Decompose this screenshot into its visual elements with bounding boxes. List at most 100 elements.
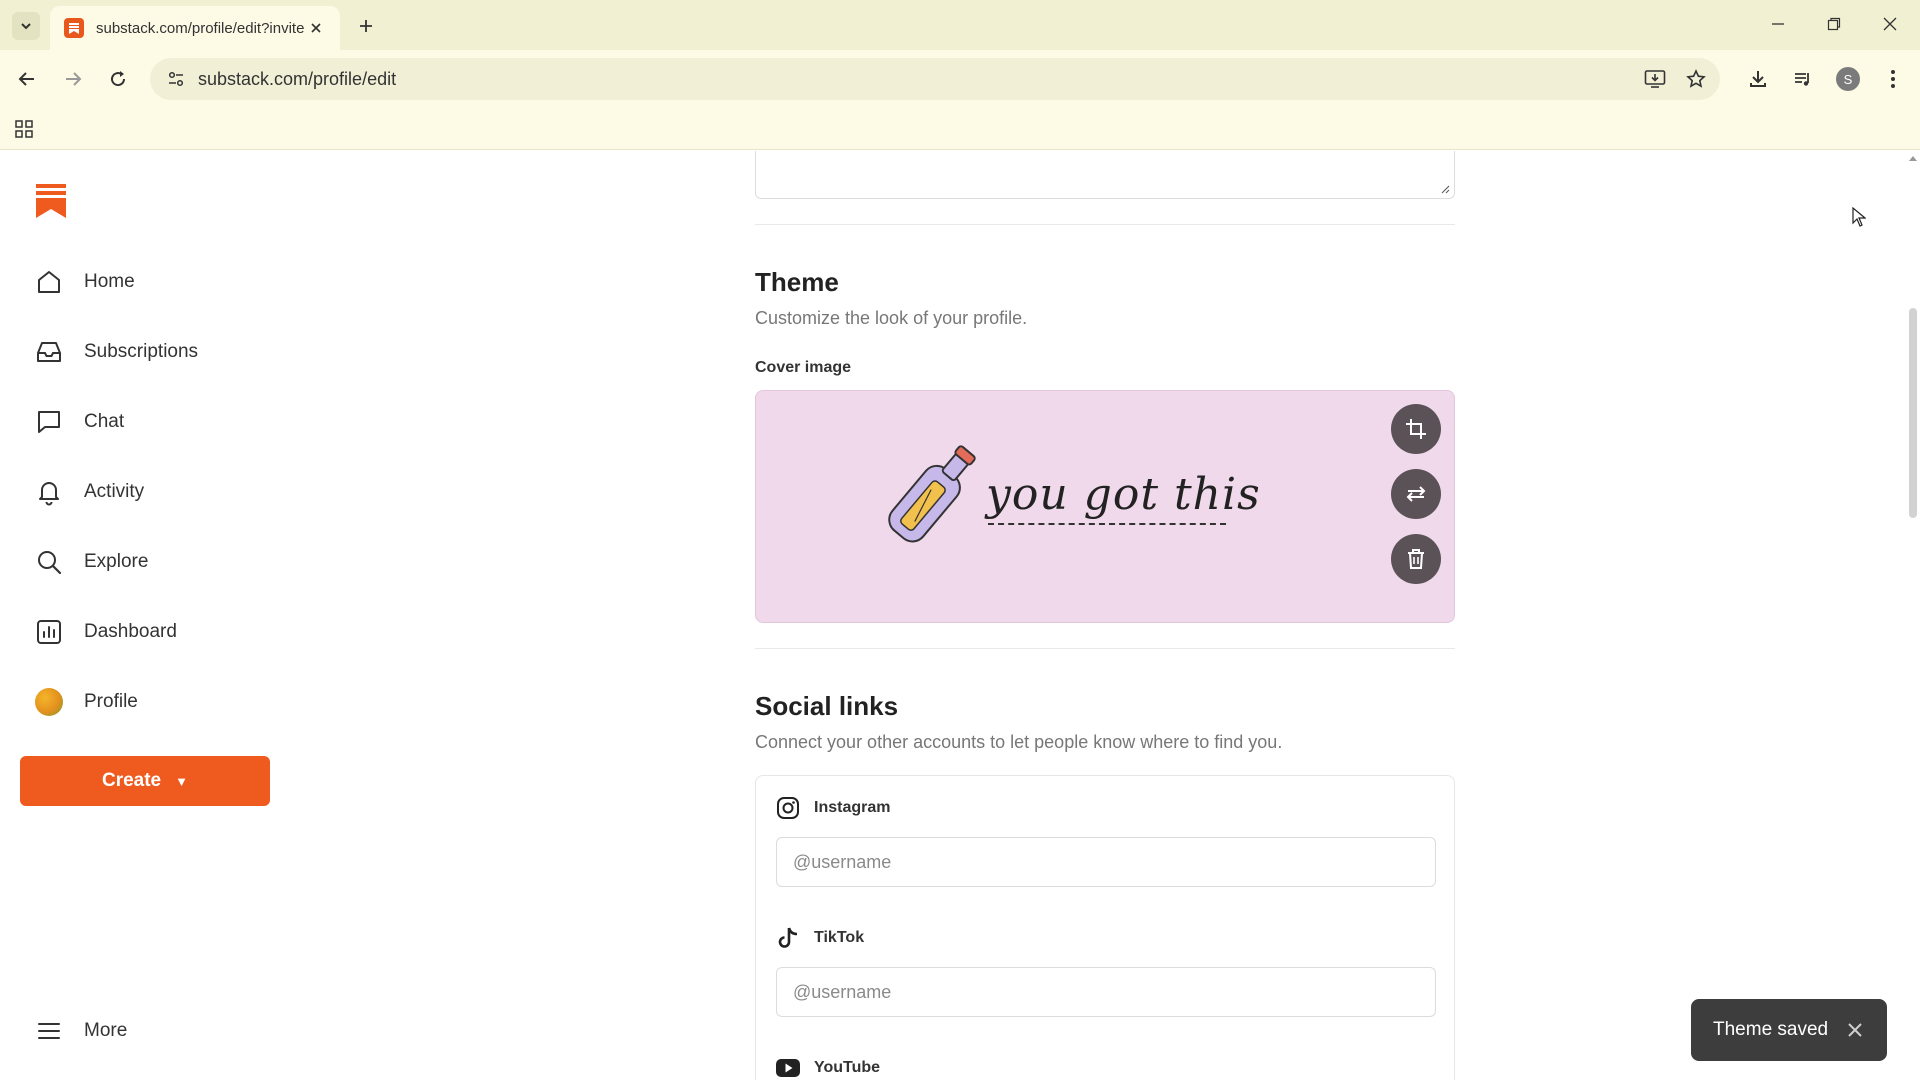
toast-notification: Theme saved xyxy=(1691,999,1887,1061)
replace-cover-button[interactable] xyxy=(1391,469,1441,519)
restore-icon xyxy=(1827,17,1841,31)
site-settings-icon[interactable] xyxy=(164,67,188,91)
hamburger-menu-icon xyxy=(34,1016,64,1046)
sidebar-item-profile[interactable]: Profile xyxy=(34,682,138,722)
delete-cover-button[interactable] xyxy=(1391,534,1441,584)
crop-icon xyxy=(1406,419,1426,439)
section-divider xyxy=(755,224,1455,225)
bio-textarea[interactable] xyxy=(755,151,1455,199)
url-text: substack.com/profile/edit xyxy=(198,68,397,89)
tab-search-button[interactable] xyxy=(12,12,40,40)
downloads-button[interactable] xyxy=(1743,64,1773,94)
search-icon xyxy=(34,547,64,577)
social-row-instagram: Instagram xyxy=(776,796,890,820)
media-queue-icon xyxy=(1795,73,1809,86)
social-links-card: Instagram TikTok YouTube xyxy=(755,775,1455,1080)
reload-icon xyxy=(111,71,126,87)
tiktok-label: TikTok xyxy=(814,929,865,946)
resize-grip-icon[interactable] xyxy=(1440,184,1450,194)
sidebar-item-label: Activity xyxy=(84,481,145,502)
page-scrollbar[interactable] xyxy=(1906,151,1920,1080)
back-button[interactable] xyxy=(12,64,42,94)
download-icon xyxy=(1750,71,1766,87)
inbox-icon xyxy=(34,337,64,367)
tiktok-username-input[interactable] xyxy=(776,967,1436,1017)
apps-grid-button[interactable] xyxy=(12,117,36,141)
page-content: Home Subscriptions Chat Activity Explore… xyxy=(0,151,1920,1080)
arrow-left-icon xyxy=(18,72,34,86)
bell-icon xyxy=(34,477,64,507)
instagram-label: Instagram xyxy=(814,799,891,816)
media-control-button[interactable] xyxy=(1788,64,1818,94)
theme-description: Customize the look of your profile. xyxy=(755,308,1028,328)
install-app-button[interactable] xyxy=(1640,64,1670,94)
cover-image-label: Cover image xyxy=(755,359,852,376)
close-icon[interactable] xyxy=(1843,1018,1867,1042)
cover-image[interactable]: you got this xyxy=(755,390,1455,623)
avatar xyxy=(34,687,64,717)
social-links-heading: Social links xyxy=(755,691,899,721)
swap-icon xyxy=(1406,486,1426,502)
sidebar-item-dashboard[interactable]: Dashboard xyxy=(34,612,177,652)
mouse-cursor-icon xyxy=(1852,207,1866,227)
sidebar-item-chat[interactable]: Chat xyxy=(34,402,124,442)
sidebar-item-label: Dashboard xyxy=(84,621,177,642)
cover-image-text: you got this xyxy=(986,469,1261,520)
substack-logo-icon xyxy=(36,184,66,218)
youtube-icon xyxy=(776,1056,800,1080)
browser-menu-button[interactable] xyxy=(1878,64,1908,94)
more-menu-button[interactable]: More xyxy=(34,1011,127,1051)
minimize-button[interactable] xyxy=(1758,8,1798,40)
create-button[interactable]: Create ▼ xyxy=(20,756,270,806)
chevron-down-icon xyxy=(21,23,31,30)
forward-button[interactable] xyxy=(58,64,88,94)
home-icon xyxy=(34,267,64,297)
close-icon xyxy=(1883,17,1897,31)
sidebar-item-subscriptions[interactable]: Subscriptions xyxy=(34,332,198,372)
toast-message: Theme saved xyxy=(1713,1019,1829,1040)
bar-chart-icon xyxy=(34,617,64,647)
minimize-icon xyxy=(1772,23,1784,25)
browser-tab-strip: substack.com/profile/edit?invite xyxy=(0,0,1920,50)
sidebar-item-activity[interactable]: Activity xyxy=(34,472,144,512)
arrow-right-icon xyxy=(66,72,82,86)
create-button-label: Create xyxy=(101,770,162,791)
section-divider xyxy=(755,648,1455,649)
caret-down-icon: ▼ xyxy=(175,773,189,789)
install-app-icon xyxy=(1644,70,1666,88)
social-row-tiktok: TikTok xyxy=(776,926,864,950)
theme-heading: Theme xyxy=(755,267,839,297)
sidebar-item-label: Subscriptions xyxy=(84,341,199,362)
bookmarks-bar xyxy=(0,108,1920,150)
social-row-youtube: YouTube xyxy=(776,1056,880,1080)
bookmark-star-button[interactable] xyxy=(1681,64,1711,94)
crop-cover-button[interactable] xyxy=(1391,404,1441,454)
profile-button[interactable]: S xyxy=(1833,64,1863,94)
instagram-username-input[interactable] xyxy=(776,837,1436,887)
scroll-up-arrow-icon[interactable] xyxy=(1909,154,1917,162)
browser-tab[interactable]: substack.com/profile/edit?invite xyxy=(50,6,340,50)
scrollbar-thumb[interactable] xyxy=(1909,308,1917,518)
plus-icon xyxy=(360,20,372,32)
browser-toolbar: substack.com/profile/edit S xyxy=(0,50,1920,108)
sidebar-item-explore[interactable]: Explore xyxy=(34,542,148,582)
sidebar-item-home[interactable]: Home xyxy=(34,262,135,302)
tab-title: substack.com/profile/edit?invite xyxy=(96,19,305,37)
substack-logo[interactable] xyxy=(36,184,66,218)
substack-favicon-icon xyxy=(64,18,84,38)
sidebar-item-label: Home xyxy=(84,271,135,292)
close-window-button[interactable] xyxy=(1870,8,1910,40)
new-tab-button[interactable] xyxy=(352,12,380,40)
apps-grid-icon xyxy=(15,120,33,138)
restore-button[interactable] xyxy=(1814,8,1854,40)
tiktok-icon xyxy=(776,926,800,950)
tab-close-icon[interactable] xyxy=(306,18,326,38)
more-label: More xyxy=(84,1020,128,1041)
sidebar-item-label: Explore xyxy=(84,551,149,572)
instagram-icon xyxy=(776,796,800,820)
kebab-menu-icon xyxy=(1891,70,1895,88)
reload-button[interactable] xyxy=(103,64,133,94)
cover-dashed-line xyxy=(988,523,1226,525)
address-bar[interactable]: substack.com/profile/edit xyxy=(150,58,1720,100)
chat-bubble-icon xyxy=(34,407,64,437)
